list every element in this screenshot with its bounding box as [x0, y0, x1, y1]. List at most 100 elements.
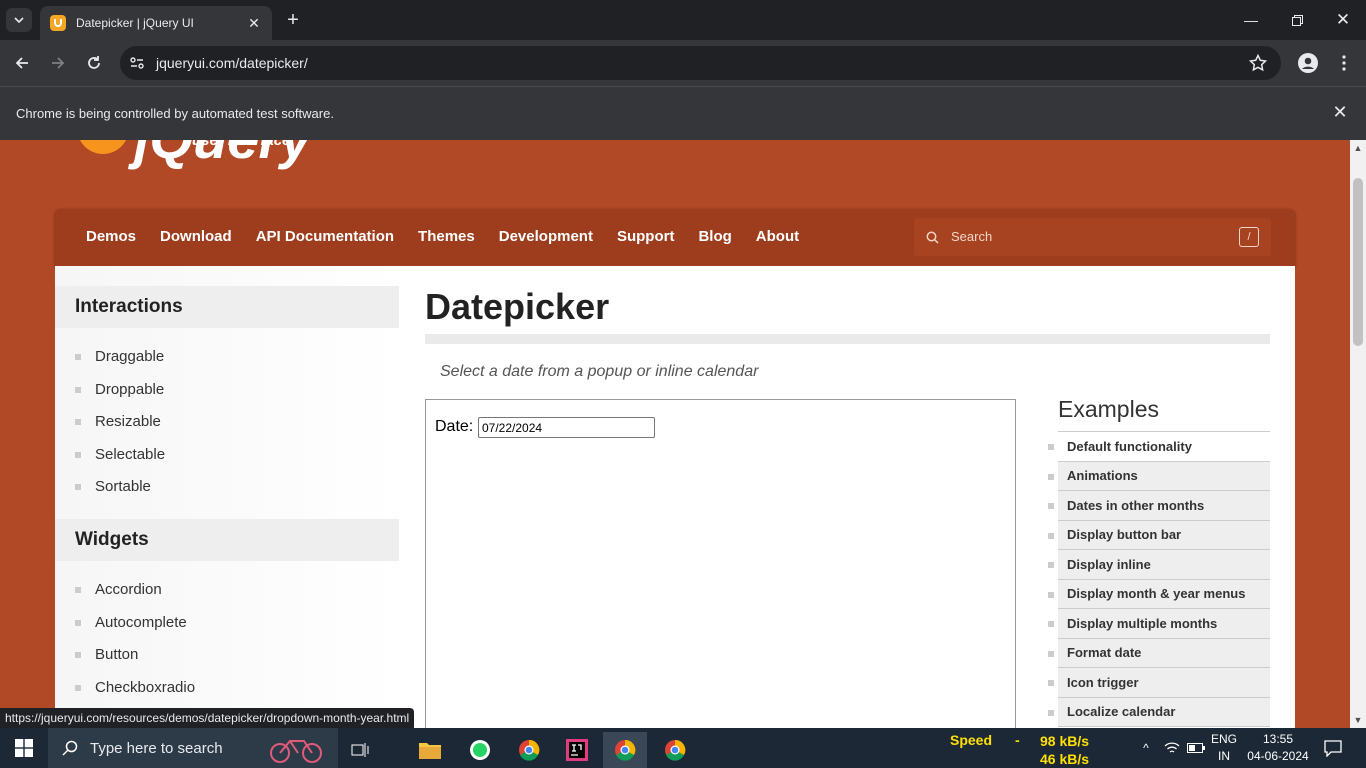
- nav-themes[interactable]: Themes: [418, 228, 475, 245]
- page-title: Datepicker: [425, 286, 610, 327]
- example-localize-calendar[interactable]: Localize calendar: [1048, 697, 1270, 727]
- sidebar-item-checkboxradio[interactable]: Checkboxradio: [75, 679, 195, 696]
- more-vertical-icon: [1342, 55, 1346, 71]
- example-dates-other-months[interactable]: Dates in other months: [1048, 491, 1270, 521]
- automation-infobar: Chrome is being controlled by automated …: [0, 86, 1366, 140]
- sidebar-item-draggable[interactable]: Draggable: [75, 348, 164, 365]
- scroll-down-icon[interactable]: ▼: [1350, 712, 1366, 728]
- speed-down: 98 kB/s: [1040, 733, 1090, 749]
- example-multiple-months[interactable]: Display multiple months: [1048, 609, 1270, 639]
- nav-about[interactable]: About: [756, 228, 799, 245]
- jquery-ui-logo[interactable]: jQuery user interface: [74, 140, 334, 182]
- sidebar-item-sortable[interactable]: Sortable: [75, 478, 151, 495]
- chrome-app-button-active[interactable]: [603, 732, 647, 768]
- title-divider: [425, 334, 1270, 344]
- back-button[interactable]: [10, 51, 34, 75]
- notification-center-button[interactable]: [1318, 728, 1348, 768]
- close-window-button[interactable]: ✕: [1320, 0, 1366, 40]
- nav-download[interactable]: Download: [160, 228, 232, 245]
- speed-up: 46 kB/s: [1040, 751, 1090, 767]
- example-display-inline[interactable]: Display inline: [1048, 550, 1270, 580]
- clock-time: 13:55: [1262, 732, 1294, 746]
- nav-api-documentation[interactable]: API Documentation: [256, 228, 394, 245]
- demo-frame: Date:: [425, 399, 1016, 728]
- example-animations[interactable]: Animations: [1048, 461, 1270, 491]
- interactions-heading: Interactions: [55, 286, 399, 328]
- back-arrow-icon: [15, 57, 28, 69]
- taskbar-search-placeholder: Type here to search: [90, 739, 223, 757]
- file-explorer-button[interactable]: [408, 732, 452, 768]
- input-language[interactable]: ENG IN: [1208, 728, 1240, 768]
- intellij-button[interactable]: [555, 732, 599, 768]
- sidebar-item-droppable[interactable]: Droppable: [75, 381, 164, 398]
- sidebar: Interactions Draggable Droppable Resizab…: [55, 266, 399, 728]
- sidebar-item-autocomplete[interactable]: Autocomplete: [75, 614, 187, 631]
- widgets-heading: Widgets: [55, 519, 399, 561]
- chrome-app-button-1[interactable]: [507, 732, 551, 768]
- example-month-year-menus[interactable]: Display month & year menus: [1048, 579, 1270, 609]
- chrome-app-button-2[interactable]: [653, 732, 697, 768]
- example-icon-trigger[interactable]: Icon trigger: [1048, 668, 1270, 698]
- start-button[interactable]: [0, 728, 48, 768]
- taskbar-search-box[interactable]: Type here to search: [48, 728, 338, 768]
- sidebar-item-button[interactable]: Button: [75, 646, 138, 663]
- active-tab[interactable]: Datepicker | jQuery UI ✕: [40, 6, 272, 40]
- tab-strip: Datepicker | jQuery UI ✕ + — ✕: [0, 0, 1366, 40]
- datepicker-input[interactable]: [478, 417, 655, 438]
- folder-icon: [419, 743, 441, 759]
- example-display-button-bar[interactable]: Display button bar: [1048, 520, 1270, 550]
- notification-icon: [1324, 739, 1342, 757]
- sidebar-item-resizable[interactable]: Resizable: [75, 413, 161, 430]
- site-navbar: Demos Download API Documentation Themes …: [55, 209, 1295, 266]
- infobar-close-icon[interactable]: ✕: [1330, 102, 1350, 122]
- nav-demos[interactable]: Demos: [86, 228, 136, 245]
- chrome-icon: [615, 739, 636, 761]
- task-view-icon: [351, 743, 369, 757]
- nav-development[interactable]: Development: [499, 228, 593, 245]
- speed-values: 98 kB/s 46 kB/s: [1040, 732, 1089, 768]
- intellij-icon: [566, 739, 588, 761]
- nav-blog[interactable]: Blog: [698, 228, 731, 245]
- restore-button[interactable]: [1274, 0, 1320, 40]
- page-scrollbar[interactable]: ▲ ▼: [1350, 140, 1366, 728]
- example-format-date[interactable]: Format date: [1048, 638, 1270, 668]
- reload-button[interactable]: [82, 51, 106, 75]
- profile-button[interactable]: [1296, 51, 1320, 75]
- whatsapp-button[interactable]: [458, 732, 502, 768]
- reload-icon: [88, 56, 100, 69]
- battery-icon[interactable]: [1184, 728, 1208, 768]
- search-icon: [926, 231, 939, 244]
- tab-close-icon[interactable]: ✕: [246, 15, 262, 32]
- bicycle-search-highlight-icon: [270, 740, 322, 763]
- example-default-functionality[interactable]: Default functionality: [1048, 432, 1270, 462]
- tab-search-button[interactable]: [6, 8, 32, 32]
- scrollbar-thumb[interactable]: [1353, 178, 1363, 346]
- examples-list: Examples Default functionality Animation…: [1048, 396, 1270, 727]
- address-bar[interactable]: jqueryui.com/datepicker/: [120, 46, 1281, 80]
- chevron-down-icon: [14, 17, 24, 24]
- sidebar-item-accordion[interactable]: Accordion: [75, 581, 162, 598]
- logo-tagline: user interface: [192, 140, 291, 149]
- bookmark-star-icon[interactable]: [1249, 54, 1267, 72]
- clock[interactable]: 13:55 04-06-2024: [1244, 728, 1312, 768]
- profile-icon: [1298, 53, 1318, 73]
- sidebar-item-selectable[interactable]: Selectable: [75, 446, 165, 463]
- speed-label: Speed: [950, 732, 993, 748]
- scroll-up-icon[interactable]: ▲: [1350, 140, 1366, 156]
- infobar-message: Chrome is being controlled by automated …: [16, 106, 334, 121]
- forward-button[interactable]: [46, 51, 70, 75]
- url-text: jqueryui.com/datepicker/: [156, 55, 308, 71]
- site-info-icon[interactable]: [129, 55, 145, 71]
- new-tab-button[interactable]: +: [282, 9, 304, 31]
- date-label: Date:: [435, 418, 474, 435]
- task-view-button[interactable]: [338, 732, 382, 768]
- site-search-input[interactable]: Search /: [914, 218, 1271, 256]
- chrome-icon: [665, 739, 686, 761]
- minimize-button[interactable]: —: [1228, 0, 1274, 40]
- network-wifi-icon[interactable]: [1160, 728, 1184, 768]
- tray-overflow-icon[interactable]: ^: [1136, 728, 1156, 768]
- main-nav: Demos Download API Documentation Themes …: [86, 228, 823, 245]
- nav-support[interactable]: Support: [617, 228, 675, 245]
- windows-logo-icon: [15, 739, 33, 757]
- chrome-menu-button[interactable]: [1332, 51, 1356, 75]
